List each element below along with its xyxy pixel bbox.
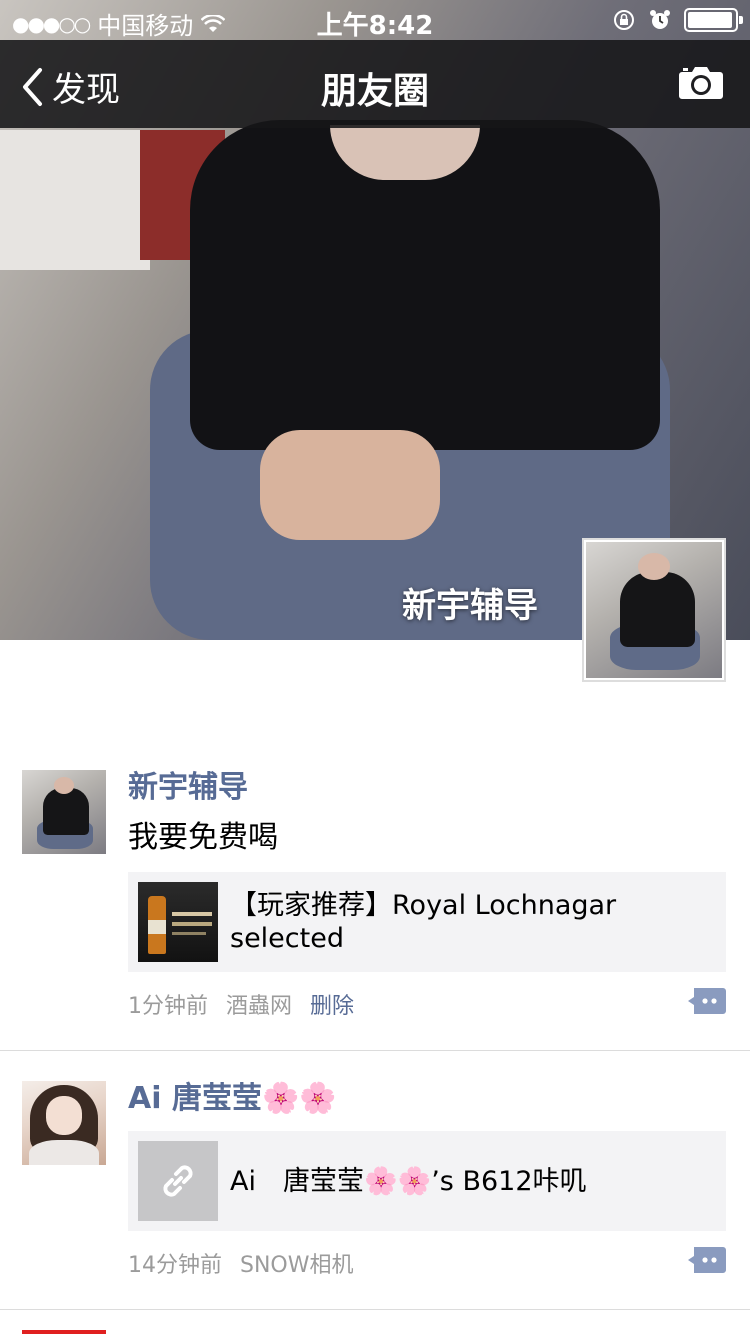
shared-link-card[interactable]: Ai 唐莹莹🌸🌸’s B612咔叽 xyxy=(128,1131,726,1231)
alarm-icon xyxy=(650,10,670,29)
post-meta: 14分钟前 SNOW相机 xyxy=(128,1245,726,1281)
link-thumbnail xyxy=(138,1141,218,1221)
status-bar: ●●●○○ 中国移动 上午8:42 xyxy=(0,0,750,41)
link-icon xyxy=(163,1165,193,1197)
link-title: Ai 唐莹莹🌸🌸’s B612咔叽 xyxy=(230,1165,587,1197)
shared-link-card[interactable]: 【玩家推荐】Royal Lochnagar selected xyxy=(128,872,726,972)
moment-post: 新宇辅导 我要免费喝 【玩家推荐】Royal Lochnagar selecte… xyxy=(0,770,750,1022)
post-source[interactable]: 酒蟲网 xyxy=(226,988,292,1020)
post-meta: 1分钟前 酒蟲网 删除 xyxy=(128,986,726,1022)
cover-hands xyxy=(260,430,440,540)
delete-button[interactable]: 删除 xyxy=(310,988,354,1020)
moments-feed: 新宇辅导 我要免费喝 【玩家推荐】Royal Lochnagar selecte… xyxy=(0,770,750,1310)
rotation-lock-icon xyxy=(614,10,634,30)
battery-fill xyxy=(688,12,732,28)
link-thumbnail xyxy=(138,882,218,962)
link-title: 【玩家推荐】Royal Lochnagar selected xyxy=(230,890,617,954)
battery-icon xyxy=(684,8,743,32)
avatar[interactable] xyxy=(22,770,106,854)
post-text: 我要免费喝 xyxy=(128,820,278,855)
post-time: 1分钟前 xyxy=(128,994,208,1019)
post-time: 14分钟前 xyxy=(128,1253,222,1278)
page-title: 朋友圈 xyxy=(320,71,429,112)
profile-name[interactable]: 新宇辅导 xyxy=(402,578,538,627)
avatar[interactable] xyxy=(22,1081,106,1165)
comment-icon[interactable] xyxy=(688,988,726,1014)
divider xyxy=(0,1309,750,1310)
nav-bar: 发现 朋友圈 xyxy=(0,40,750,128)
poster-name[interactable]: 新宇辅导 xyxy=(128,770,726,806)
camera-icon[interactable] xyxy=(678,64,724,100)
divider xyxy=(0,1050,750,1051)
moment-post: Ai 唐莹莹🌸🌸 Ai 唐莹莹🌸🌸’s B612咔叽 14分钟前 SNOW相机 xyxy=(0,1081,750,1281)
poster-name[interactable]: Ai 唐莹莹🌸🌸 xyxy=(128,1081,726,1117)
next-post-avatar[interactable] xyxy=(22,1330,106,1334)
comment-icon[interactable] xyxy=(688,1247,726,1273)
profile-avatar[interactable] xyxy=(582,538,726,682)
post-source[interactable]: SNOW相机 xyxy=(240,1247,354,1279)
cover-wall xyxy=(0,130,150,270)
